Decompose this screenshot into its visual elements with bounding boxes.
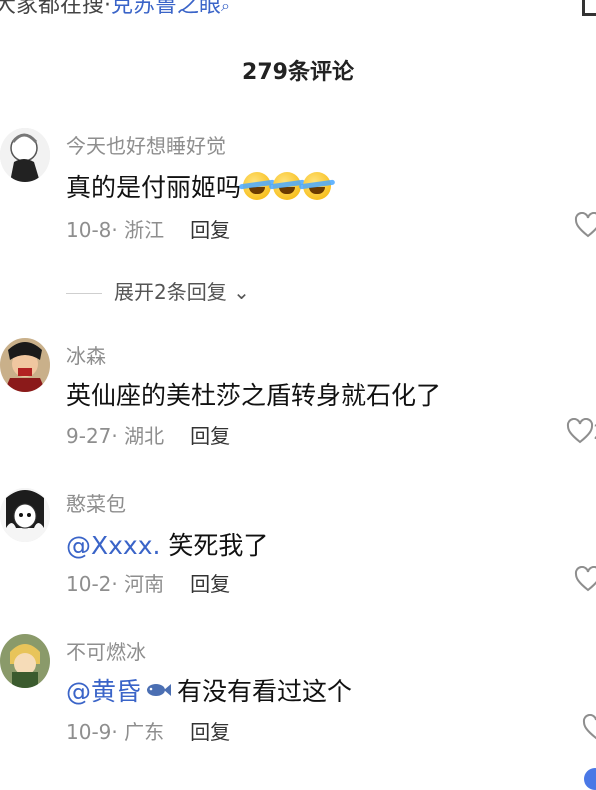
- comment-meta: 9-27· 湖北 回复: [66, 420, 230, 449]
- username[interactable]: 今天也好想睡好觉: [66, 130, 226, 159]
- corner-icon[interactable]: [582, 0, 596, 16]
- comment-text: @黄昏 有没有看过这个: [66, 672, 352, 708]
- floating-action-bubble[interactable]: [584, 768, 596, 790]
- laughing-crying-emoji-icon: [273, 172, 302, 200]
- expand-replies-button[interactable]: 展开2条回复 ⌄: [66, 276, 250, 305]
- comment-text: 英仙座的美杜莎之盾转身就石化了: [66, 381, 442, 410]
- avatar[interactable]: [0, 128, 50, 182]
- heart-icon: [574, 566, 596, 592]
- reply-button[interactable]: 回复: [190, 572, 230, 596]
- chevron-down-icon: ⌄: [226, 280, 250, 304]
- username[interactable]: 憨菜包: [66, 488, 126, 517]
- reply-button[interactable]: 回复: [190, 720, 230, 744]
- comment-text: @Xxxx. 笑死我了: [66, 526, 268, 562]
- like-button[interactable]: [574, 566, 596, 592]
- mention-link[interactable]: @黄昏: [66, 677, 141, 706]
- search-suggestion[interactable]: 大家都在搜·克苏鲁之眼⌕: [0, 0, 596, 20]
- laughing-crying-emoji-icon: [303, 172, 332, 200]
- comment-text-body: 笑死我了: [160, 531, 269, 560]
- comment-meta: 10-9· 广东 回复: [66, 716, 230, 745]
- divider-line: [66, 293, 102, 294]
- avatar[interactable]: [0, 634, 50, 688]
- reply-button[interactable]: 回复: [190, 424, 230, 448]
- mention-link[interactable]: @Xxxx.: [66, 531, 160, 560]
- like-button[interactable]: [574, 212, 596, 238]
- username[interactable]: 不可燃冰: [66, 636, 146, 665]
- search-suggestion-link[interactable]: 克苏鲁之眼: [111, 0, 221, 18]
- fish-icon: [145, 675, 172, 696]
- expand-replies-label: 展开2条回复: [114, 280, 227, 304]
- laughing-crying-emoji-icon: [243, 172, 272, 200]
- comment-count-title: 279条评论: [242, 60, 354, 85]
- date-location: 10-9· 广东: [66, 720, 165, 744]
- comment-text: 真的是付丽姬吗: [66, 168, 332, 204]
- comment-text-body: 真的是付丽姬吗: [66, 173, 242, 202]
- date-location: 9-27· 湖北: [66, 424, 165, 448]
- date-location: 10-2· 河南: [66, 572, 165, 596]
- search-suggestion-prefix: 大家都在搜·: [0, 0, 111, 18]
- username[interactable]: 冰森: [66, 340, 106, 369]
- reply-button[interactable]: 回复: [190, 218, 230, 242]
- avatar[interactable]: [0, 338, 50, 392]
- heart-icon: [574, 212, 596, 238]
- comment-meta: 10-8· 浙江 回复: [66, 214, 230, 243]
- comment-text-body: 有没有看过这个: [177, 677, 353, 706]
- comment-meta: 10-2· 河南 回复: [66, 568, 230, 597]
- date-location: 10-8· 浙江: [66, 218, 165, 242]
- search-small-icon: ⌕: [221, 0, 230, 15]
- heart-icon: [566, 418, 594, 444]
- like-button[interactable]: [582, 714, 596, 740]
- avatar[interactable]: [0, 488, 50, 542]
- heart-icon: [582, 714, 596, 740]
- like-button[interactable]: [566, 418, 594, 444]
